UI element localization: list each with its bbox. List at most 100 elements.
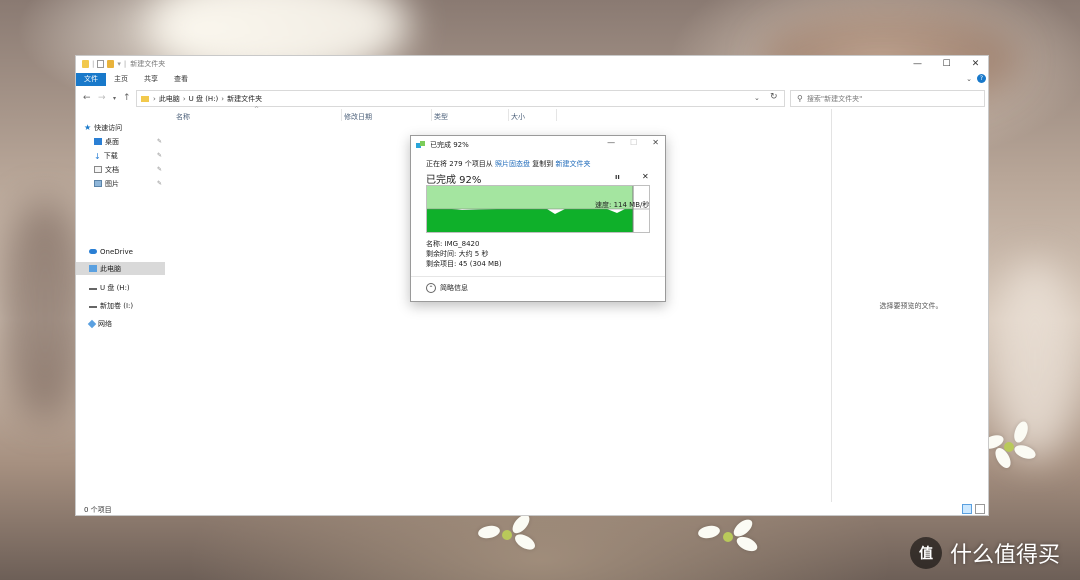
copy-description-prefix: 正在将 279 个项目从 [426, 160, 493, 168]
customize-toolbar-icon[interactable]: ▾ [117, 60, 121, 68]
nav-pictures[interactable]: 图片 ✎ [94, 177, 165, 190]
column-divider[interactable] [556, 109, 557, 121]
folder-icon [141, 95, 149, 102]
less-info-label: 简略信息 [440, 284, 468, 292]
speed-history-area [427, 209, 633, 232]
ribbon-right-controls: ⌄ ? [966, 74, 986, 83]
column-header-type[interactable]: 类型 [434, 112, 448, 122]
nav-label: U 盘 (H:) [100, 283, 130, 292]
chevron-up-icon: ⌃ [426, 283, 436, 293]
tab-view[interactable]: 查看 [166, 73, 196, 86]
source-link[interactable]: 照片固态盘 [495, 160, 530, 168]
new-folder-icon[interactable] [107, 60, 115, 68]
breadcrumb-separator-icon[interactable]: › [183, 95, 186, 103]
sort-ascending-icon: ^ [254, 106, 260, 113]
pin-icon[interactable]: ✎ [157, 166, 162, 173]
search-input[interactable]: ⚲ 搜索"新建文件夹" [790, 90, 985, 107]
download-icon: ↓ [94, 152, 101, 161]
nav-network[interactable]: 网络 [87, 317, 165, 330]
dialog-window-controls: — ☐ ✕ [607, 138, 659, 147]
nav-onedrive[interactable]: OneDrive [89, 245, 165, 258]
nav-label: 网络 [98, 319, 112, 328]
address-toolbar: ← → ▾ ↑ › 此电脑 › U 盘 (H:) › 新建文件夹 ⌄ ↻ ⚲ 搜… [76, 89, 990, 108]
nav-usb-drive[interactable]: U 盘 (H:) [89, 281, 165, 294]
breadcrumb-this-pc[interactable]: 此电脑 [159, 94, 180, 104]
document-icon [94, 166, 102, 173]
file-name-line: 名称: IMG_8420 [426, 240, 480, 248]
destination-link[interactable]: 新建文件夹 [556, 160, 591, 168]
breadcrumb-usb[interactable]: U 盘 (H:) [189, 94, 219, 104]
items-remaining-line: 剩余项目: 45 (304 MB) [426, 260, 502, 268]
close-button[interactable]: ✕ [961, 56, 990, 72]
dialog-title-bar: 已完成 92% [416, 140, 469, 150]
pictures-icon [94, 180, 102, 187]
nav-quick-access[interactable]: ★ 快速访问 [84, 121, 173, 134]
drive-icon [89, 304, 97, 308]
search-placeholder: 搜索"新建文件夹" [806, 94, 863, 103]
pin-icon[interactable]: ✎ [157, 152, 162, 159]
pause-button[interactable]: ıı [615, 173, 620, 181]
properties-icon[interactable] [97, 60, 105, 68]
search-icon: ⚲ [797, 94, 803, 103]
pin-icon[interactable]: ✎ [157, 138, 162, 145]
expand-ribbon-icon[interactable]: ⌄ [966, 75, 972, 83]
recent-locations-icon[interactable]: ▾ [113, 95, 116, 102]
large-icons-view-icon[interactable] [975, 504, 985, 514]
copy-icon [416, 141, 425, 149]
column-header-modified[interactable]: 修改日期 [344, 112, 372, 122]
nav-label: OneDrive [100, 247, 133, 256]
column-header-size[interactable]: 大小 [511, 112, 525, 122]
copy-description-mid: 复制到 [532, 160, 554, 168]
nav-desktop[interactable]: 桌面 ✎ [94, 135, 165, 148]
help-icon[interactable]: ? [977, 74, 986, 83]
maximize-button[interactable]: ☐ [932, 56, 961, 72]
column-divider[interactable] [431, 109, 432, 121]
close-button[interactable]: ✕ [652, 138, 659, 147]
navigation-pane: ★ 快速访问 桌面 ✎ ↓ 下载 ✎ 文档 ✎ 图片 ✎ OneDrive 此电… [76, 109, 166, 502]
cancel-button[interactable]: ✕ [642, 172, 649, 181]
forward-arrow-icon[interactable]: → [98, 93, 106, 103]
time-remaining-line: 剩余时间: 大约 5 秒 [426, 250, 489, 258]
nav-this-pc[interactable]: 此电脑 [76, 262, 165, 275]
tab-share[interactable]: 共享 [136, 73, 166, 86]
cloud-icon [89, 249, 97, 254]
status-bar: 0 个项目 [76, 502, 990, 516]
column-header-name[interactable]: 名称 [176, 112, 190, 122]
refresh-icon[interactable]: ↻ [770, 92, 778, 102]
nav-label: 文档 [105, 165, 119, 174]
toolbar-separator: | [92, 60, 95, 68]
folder-icon [82, 60, 89, 68]
minimize-button[interactable]: — [607, 138, 615, 147]
less-info-button[interactable]: ⌃ 简略信息 [426, 283, 468, 293]
pin-icon[interactable]: ✎ [157, 180, 162, 187]
title-bar: | ▾ | 新建文件夹 — ☐ ✕ [76, 56, 990, 72]
back-arrow-icon[interactable]: ← [83, 93, 91, 103]
nav-label: 快速访问 [94, 123, 123, 132]
computer-icon [89, 265, 97, 272]
minimize-button[interactable]: — [903, 56, 932, 72]
watermark-logo: 值 什么值得买 [910, 537, 1060, 569]
nav-downloads[interactable]: ↓ 下载 ✎ [94, 149, 165, 162]
address-history-icon[interactable]: ⌄ [754, 94, 760, 102]
maximize-button[interactable]: ☐ [630, 138, 637, 147]
star-icon: ★ [84, 123, 92, 132]
address-bar[interactable]: › 此电脑 › U 盘 (H:) › 新建文件夹 [136, 90, 785, 107]
tab-file[interactable]: 文件 [76, 73, 106, 86]
window-controls: — ☐ ✕ [903, 56, 990, 72]
nav-label: 此电脑 [100, 264, 121, 273]
breadcrumb-separator-icon[interactable]: › [153, 95, 156, 103]
nav-label: 下载 [103, 151, 118, 160]
tab-home[interactable]: 主页 [106, 73, 136, 86]
watermark-badge: 值 [910, 537, 942, 569]
preview-empty-text: 选择要预览的文件。 [879, 302, 943, 310]
breadcrumb-new-folder[interactable]: 新建文件夹 [227, 94, 262, 104]
nav-new-volume[interactable]: 新加卷 (I:) [89, 299, 165, 312]
column-divider[interactable] [341, 109, 342, 121]
details-view-icon[interactable] [962, 504, 972, 514]
dialog-title: 已完成 92% [430, 141, 469, 149]
nav-documents[interactable]: 文档 ✎ [94, 163, 165, 176]
breadcrumb-separator-icon[interactable]: › [221, 95, 224, 103]
up-arrow-icon[interactable]: ↑ [123, 93, 131, 103]
column-divider[interactable] [508, 109, 509, 121]
drive-icon [89, 286, 97, 290]
